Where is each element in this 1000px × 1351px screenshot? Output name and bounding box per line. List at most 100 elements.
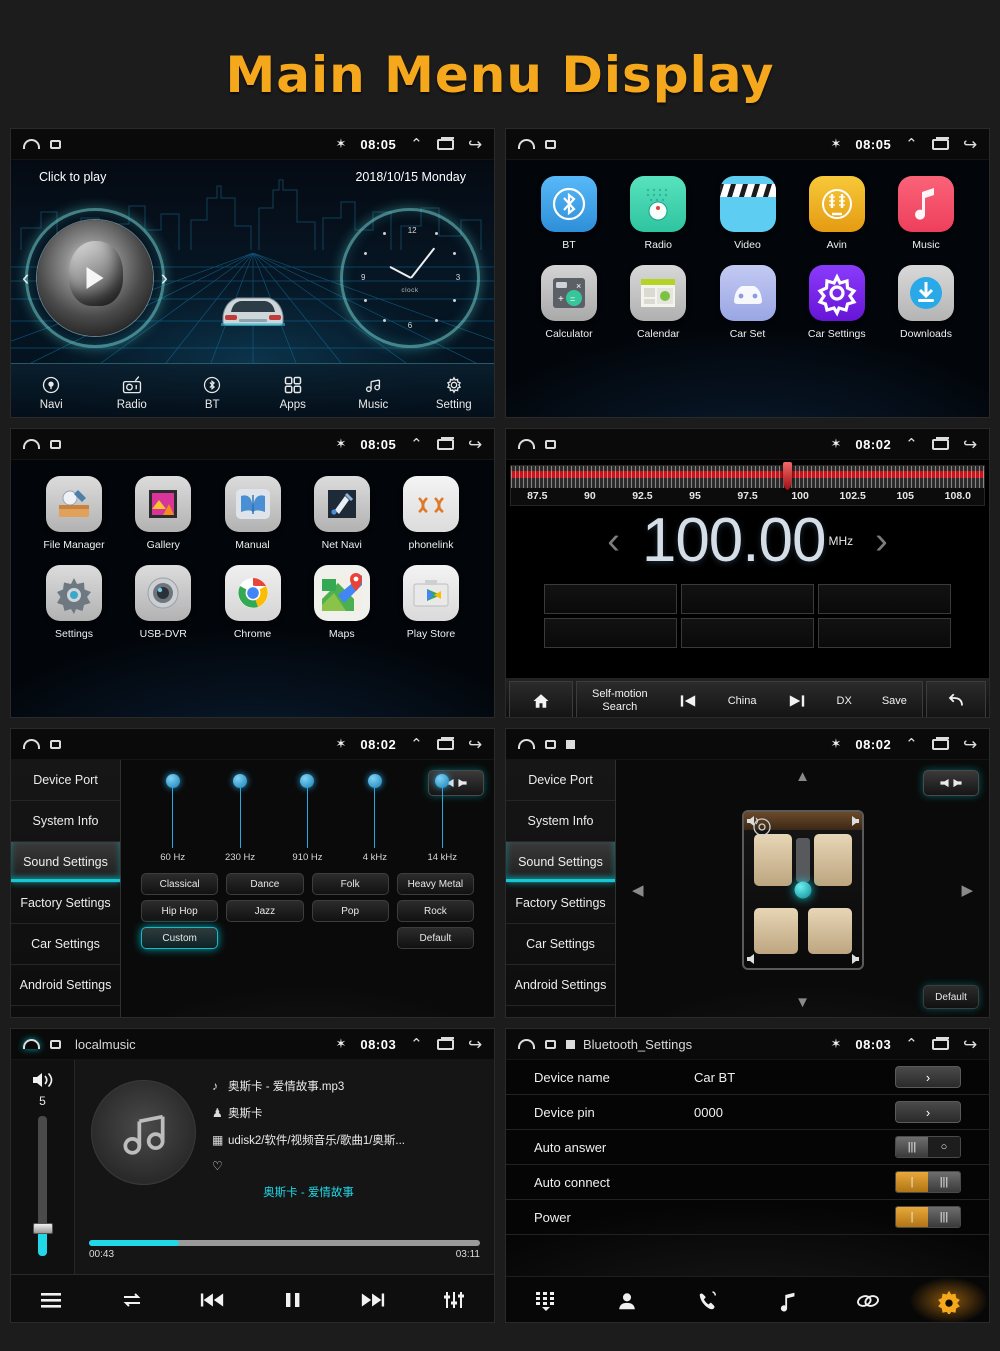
sidebar-item-device-port[interactable]: Device Port <box>11 760 120 801</box>
frequency-scale[interactable]: 87.5 90 92.5 95 97.5 100 102.5 105 108.0 <box>510 462 985 506</box>
back-icon[interactable]: ↩ <box>468 435 482 454</box>
sidebar-item-sound-settings[interactable]: Sound Settings <box>11 842 120 883</box>
eq-preset-custom[interactable]: Custom <box>141 927 219 949</box>
recents-icon[interactable] <box>436 1036 454 1050</box>
app-play-store[interactable]: Play Store <box>390 565 472 640</box>
eq-band-910hz[interactable]: 910 Hz <box>281 774 333 863</box>
sidebar-item-sound-settings[interactable]: Sound Settings <box>506 842 615 883</box>
scale-bar[interactable] <box>511 462 984 490</box>
eq-preset-pop[interactable]: Pop <box>311 900 389 922</box>
sidebar-item-factory-settings[interactable]: Factory Settings <box>11 883 120 924</box>
chevron-up-icon[interactable]: ⌃ <box>410 737 423 752</box>
repeat-button[interactable] <box>92 1290 173 1310</box>
app-gallery[interactable]: Gallery <box>122 476 204 551</box>
nav-item-setting[interactable]: Setting <box>414 373 495 411</box>
app-avin[interactable]: Avin <box>796 176 878 251</box>
bt-edit-button[interactable]: › <box>895 1066 961 1088</box>
progress-bar[interactable] <box>89 1240 480 1246</box>
volume-slider-knob[interactable] <box>32 1223 53 1234</box>
equalizer-button[interactable] <box>414 1290 495 1310</box>
nav-item-radio[interactable]: Radio <box>92 373 173 411</box>
bt-row-auto-connect[interactable]: Auto connect | ||| <box>506 1165 989 1200</box>
cabin-seat-diagram[interactable] <box>741 809 864 970</box>
eq-knob[interactable] <box>367 774 382 788</box>
next-track-arrow[interactable]: › <box>161 265 168 291</box>
app-calculator[interactable]: × + = Calculator <box>528 265 610 340</box>
preset-slot[interactable] <box>818 618 951 648</box>
chevron-up-icon[interactable]: ⌃ <box>410 1037 423 1052</box>
preset-slot[interactable] <box>681 584 814 614</box>
app-usb-dvr[interactable]: USB-DVR <box>122 565 204 640</box>
back-icon[interactable]: ↩ <box>468 1035 482 1054</box>
chevron-up-icon[interactable]: ⌃ <box>905 437 918 452</box>
radio-band-button[interactable]: China <box>728 695 757 708</box>
dialpad-button[interactable] <box>506 1277 587 1322</box>
home-icon[interactable] <box>518 139 535 149</box>
preset-slot[interactable] <box>681 618 814 648</box>
app-maps[interactable]: Maps <box>301 565 383 640</box>
app-manual[interactable]: Manual <box>212 476 294 551</box>
fader-default-button[interactable]: Default <box>923 985 979 1009</box>
next-button[interactable] <box>333 1290 414 1310</box>
eq-preset-hip-hop[interactable]: Hip Hop <box>141 900 219 922</box>
auto-connect-toggle[interactable]: | ||| <box>895 1171 961 1193</box>
preset-slot[interactable] <box>544 618 677 648</box>
back-icon[interactable]: ↩ <box>468 135 482 154</box>
app-downloads[interactable]: Downloads <box>885 265 967 340</box>
auto-answer-toggle[interactable]: ||| ○ <box>895 1136 961 1158</box>
home-icon[interactable] <box>518 1039 535 1049</box>
radio-back-button[interactable] <box>926 681 986 717</box>
eq-track[interactable] <box>233 774 248 848</box>
eq-preset-folk[interactable]: Folk <box>311 873 389 895</box>
nav-item-apps[interactable]: Apps <box>253 373 334 411</box>
arrow-left-icon[interactable]: ◀ <box>632 881 644 899</box>
eq-knob[interactable] <box>233 774 248 788</box>
heart-icon[interactable]: ♡ <box>212 1159 228 1173</box>
eq-band-60hz[interactable]: 60 Hz <box>147 774 199 863</box>
app-video[interactable]: Video <box>707 176 789 251</box>
frequency-needle[interactable] <box>782 462 792 490</box>
sidebar-item-system-info[interactable]: System Info <box>11 801 120 842</box>
radio-home-button[interactable] <box>509 681 573 717</box>
home-icon[interactable] <box>518 739 535 749</box>
recents-icon[interactable] <box>436 136 454 150</box>
sidebar-item-car-settings[interactable]: Car Settings <box>11 924 120 965</box>
eq-knob[interactable] <box>435 774 450 788</box>
nav-item-music[interactable]: Music <box>333 373 414 411</box>
chevron-up-icon[interactable]: ⌃ <box>410 137 423 152</box>
app-phonelink[interactable]: phonelink <box>390 476 472 551</box>
recents-icon[interactable] <box>436 736 454 750</box>
media-dial[interactable]: ‹ › <box>22 208 168 348</box>
sidebar-item-factory-settings[interactable]: Factory Settings <box>506 883 615 924</box>
home-icon[interactable] <box>518 439 535 449</box>
chevron-up-icon[interactable]: ⌃ <box>905 1037 918 1052</box>
chevron-up-icon[interactable]: ⌃ <box>905 137 918 152</box>
chevron-up-icon[interactable]: ⌃ <box>410 437 423 452</box>
arrow-down-icon[interactable]: ▼ <box>795 994 810 1011</box>
chevron-up-icon[interactable]: ⌃ <box>905 737 918 752</box>
link-button[interactable] <box>828 1277 909 1322</box>
bt-row-device-name[interactable]: Device name Car BT › <box>506 1060 989 1095</box>
radio-prev-button[interactable] <box>678 693 698 709</box>
volume-icon[interactable] <box>31 1070 55 1090</box>
app-radio[interactable]: Radio <box>617 176 699 251</box>
back-icon[interactable]: ↩ <box>963 135 977 154</box>
tune-down-button[interactable]: ‹ <box>585 520 642 563</box>
radio-save-button[interactable]: Save <box>882 695 907 708</box>
eq-preset-heavy-metal[interactable]: Heavy Metal <box>396 873 474 895</box>
eq-preset-classical[interactable]: Classical <box>141 873 219 895</box>
app-calendar[interactable]: Calendar <box>617 265 699 340</box>
bt-music-button[interactable] <box>748 1277 829 1322</box>
radio-next-button[interactable] <box>787 693 807 709</box>
recents-icon[interactable] <box>931 436 949 450</box>
previous-button[interactable] <box>172 1290 253 1310</box>
sidebar-item-device-port[interactable]: Device Port <box>506 760 615 801</box>
sidebar-item-car-settings[interactable]: Car Settings <box>506 924 615 965</box>
fader-position-icon[interactable] <box>794 881 811 898</box>
app-net-navi[interactable]: Net Navi <box>301 476 383 551</box>
bt-row-auto-answer[interactable]: Auto answer ||| ○ <box>506 1130 989 1165</box>
nav-item-navi[interactable]: Navi <box>11 373 92 411</box>
bt-settings-button[interactable] <box>908 1277 989 1322</box>
app-music[interactable]: Music <box>885 176 967 251</box>
app-settings[interactable]: Settings <box>33 565 115 640</box>
